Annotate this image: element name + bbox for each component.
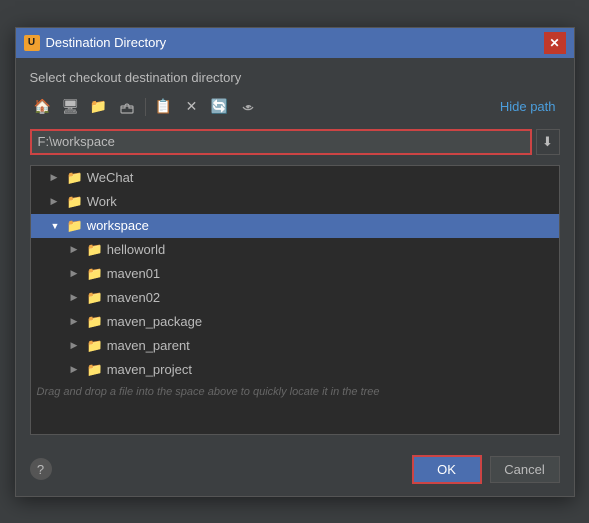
tree-item-label: maven_package (107, 314, 202, 329)
path-row: ⬇ (30, 129, 560, 155)
folder-icon: 📁 (87, 338, 103, 354)
title-bar: U Destination Directory ✕ (16, 28, 574, 58)
tree-arrow: ▶ (51, 196, 63, 207)
help-button[interactable]: ? (30, 458, 52, 480)
tree-item-label: WeChat (87, 170, 134, 185)
tree-item[interactable]: ▶ 📁 maven01 (31, 262, 559, 286)
tree-item[interactable]: ▶ 📁 maven_parent (31, 334, 559, 358)
tree-item-selected[interactable]: ▼ 📁 workspace (31, 214, 559, 238)
desktop-button[interactable]: 🖥 (58, 95, 84, 119)
tree-arrow: ▶ (71, 268, 83, 279)
hide-path-button[interactable]: Hide path (496, 97, 560, 116)
toolbar-separator-1 (145, 98, 146, 116)
title-bar-left: U Destination Directory (24, 35, 167, 51)
dialog-footer: ? OK Cancel (16, 447, 574, 496)
toolbar: 🏠 🖥 📁 📋 ✕ 🔄 Hide path (30, 95, 560, 119)
tree-item[interactable]: ▶ 📁 maven_package (31, 310, 559, 334)
destination-directory-dialog: U Destination Directory ✕ Select checkou… (15, 27, 575, 497)
ok-button[interactable]: OK (412, 455, 482, 484)
tree-arrow: ▶ (71, 340, 83, 351)
tree-arrow: ▶ (71, 316, 83, 327)
refresh-button[interactable]: 🔄 (207, 95, 233, 119)
folder-up-button[interactable] (114, 95, 140, 119)
tree-arrow: ▶ (71, 292, 83, 303)
folder-icon: 📁 (67, 194, 83, 210)
folder-icon: 📁 (87, 362, 103, 378)
tree-item[interactable]: ▶ 📁 maven02 (31, 286, 559, 310)
folder-icon: 📁 (87, 290, 103, 306)
app-icon: U (24, 35, 40, 51)
home-button[interactable]: 🏠 (30, 95, 56, 119)
tree-arrow: ▶ (51, 172, 63, 183)
path-input[interactable] (30, 129, 532, 155)
tree-item-label: workspace (87, 218, 149, 233)
close-button[interactable]: ✕ (544, 32, 566, 54)
link-button[interactable] (235, 95, 261, 119)
folder-icon: 📁 (87, 266, 103, 282)
tree-arrow: ▼ (51, 221, 63, 231)
tree-item[interactable]: ▶ 📁 maven_project (31, 358, 559, 382)
folder-icon: 📁 (67, 170, 83, 186)
tree-arrow: ▶ (71, 364, 83, 375)
dialog-title: Destination Directory (46, 35, 167, 50)
tree-item[interactable]: ▶ 📁 helloworld (31, 238, 559, 262)
folder-icon: 📁 (67, 218, 83, 234)
tree-arrow: ▶ (71, 244, 83, 255)
new-folder-button[interactable]: 📁 (86, 95, 112, 119)
subtitle-text: Select checkout destination directory (30, 70, 560, 85)
cancel-button[interactable]: Cancel (490, 456, 560, 483)
delete-button[interactable]: ✕ (179, 95, 205, 119)
download-button[interactable]: ⬇ (536, 129, 560, 155)
drag-hint-text: Drag and drop a file into the space abov… (31, 382, 559, 404)
tree-item-label: maven_parent (107, 338, 190, 353)
tree-item[interactable]: ▶ 📁 Work (31, 190, 559, 214)
file-tree[interactable]: ▶ 📁 WeChat ▶ 📁 Work ▼ 📁 workspace ▶ 📁 he… (30, 165, 560, 435)
tree-item-label: maven01 (107, 266, 160, 281)
tree-item[interactable]: ▶ 📁 WeChat (31, 166, 559, 190)
dialog-body: Select checkout destination directory 🏠 … (16, 58, 574, 447)
tree-item-label: maven_project (107, 362, 192, 377)
copy-button[interactable]: 📋 (151, 95, 177, 119)
tree-item-label: Work (87, 194, 117, 209)
tree-item-label: maven02 (107, 290, 160, 305)
tree-item-label: helloworld (107, 242, 166, 257)
folder-icon: 📁 (87, 314, 103, 330)
folder-icon: 📁 (87, 242, 103, 258)
